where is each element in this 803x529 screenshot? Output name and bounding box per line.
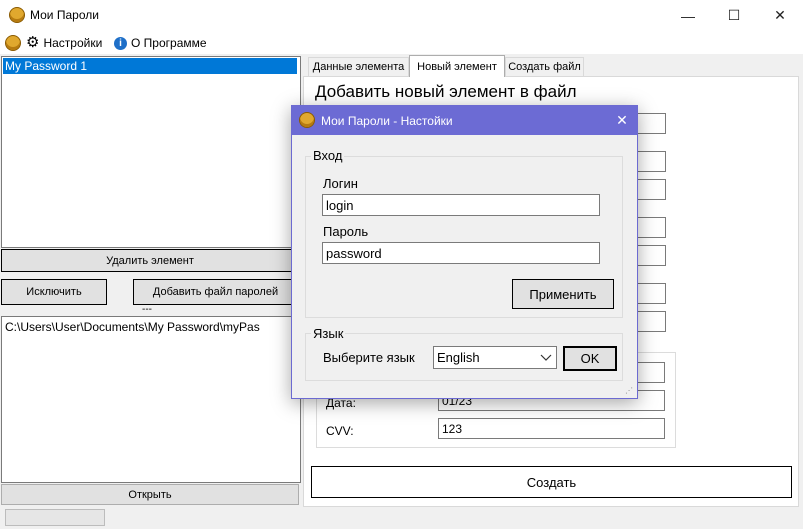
add-password-file-button[interactable]: Добавить файл паролей <box>133 279 298 305</box>
minimize-button[interactable]: — <box>665 0 711 31</box>
cvv-field[interactable]: 123 <box>438 418 665 439</box>
close-button[interactable]: ✕ <box>757 0 803 31</box>
list-item[interactable]: My Password 1 <box>3 58 297 74</box>
language-group-label: Язык <box>311 326 346 341</box>
password-label: Пароль <box>323 224 369 239</box>
open-button[interactable]: Открыть <box>1 484 299 505</box>
menu-item-settings[interactable]: ⚙ Настройки <box>26 35 102 51</box>
password-list[interactable] <box>1 56 301 248</box>
menu-item-about[interactable]: i О Программе <box>114 35 207 51</box>
language-label: Выберите язык <box>323 350 415 365</box>
dialog-app-icon <box>300 113 314 127</box>
login-label: Логин <box>323 176 358 191</box>
status-bar <box>5 509 105 526</box>
login-group-label: Вход <box>311 148 345 163</box>
resize-grip-icon[interactable]: ⋰ <box>625 386 635 396</box>
file-path[interactable]: C:\Users\User\Documents\My Password\myPa… <box>5 320 297 334</box>
info-icon: i <box>114 36 127 50</box>
login-input[interactable]: login <box>322 194 600 216</box>
ok-button[interactable]: OK <box>563 346 617 371</box>
gear-icon: ⚙ <box>26 34 40 51</box>
tab-element-data[interactable]: Данные элемента <box>308 57 409 76</box>
tab-create-file[interactable]: Создать файл <box>505 57 584 76</box>
cvv-label: CVV: <box>326 424 354 438</box>
exclude-button[interactable]: Исключить <box>1 279 107 305</box>
dialog-close-button[interactable]: ✕ <box>612 110 632 130</box>
create-button[interactable]: Создать <box>311 466 792 498</box>
menu-item-about-label: О Программе <box>131 36 207 50</box>
coins-icon <box>6 36 20 50</box>
chevron-down-icon <box>540 354 552 361</box>
password-input[interactable]: password <box>322 242 600 264</box>
separator-text: --- <box>142 304 152 315</box>
tab-new-element[interactable]: Новый элемент <box>409 55 505 77</box>
tab-heading: Добавить новый элемент в файл <box>315 82 577 101</box>
apply-button[interactable]: Применить <box>512 279 614 309</box>
menu-item-settings-label: Настройки <box>43 36 103 50</box>
dialog-title: Мои Пароли - Настойки <box>321 114 453 128</box>
window-title: Мои Пароли <box>30 8 99 22</box>
maximize-button[interactable]: ☐ <box>711 0 757 31</box>
file-list[interactable] <box>1 316 301 483</box>
delete-element-button[interactable]: Удалить элемент <box>1 249 299 272</box>
language-select[interactable]: English <box>433 346 557 369</box>
app-icon <box>10 8 24 22</box>
language-select-value: English <box>437 350 480 365</box>
